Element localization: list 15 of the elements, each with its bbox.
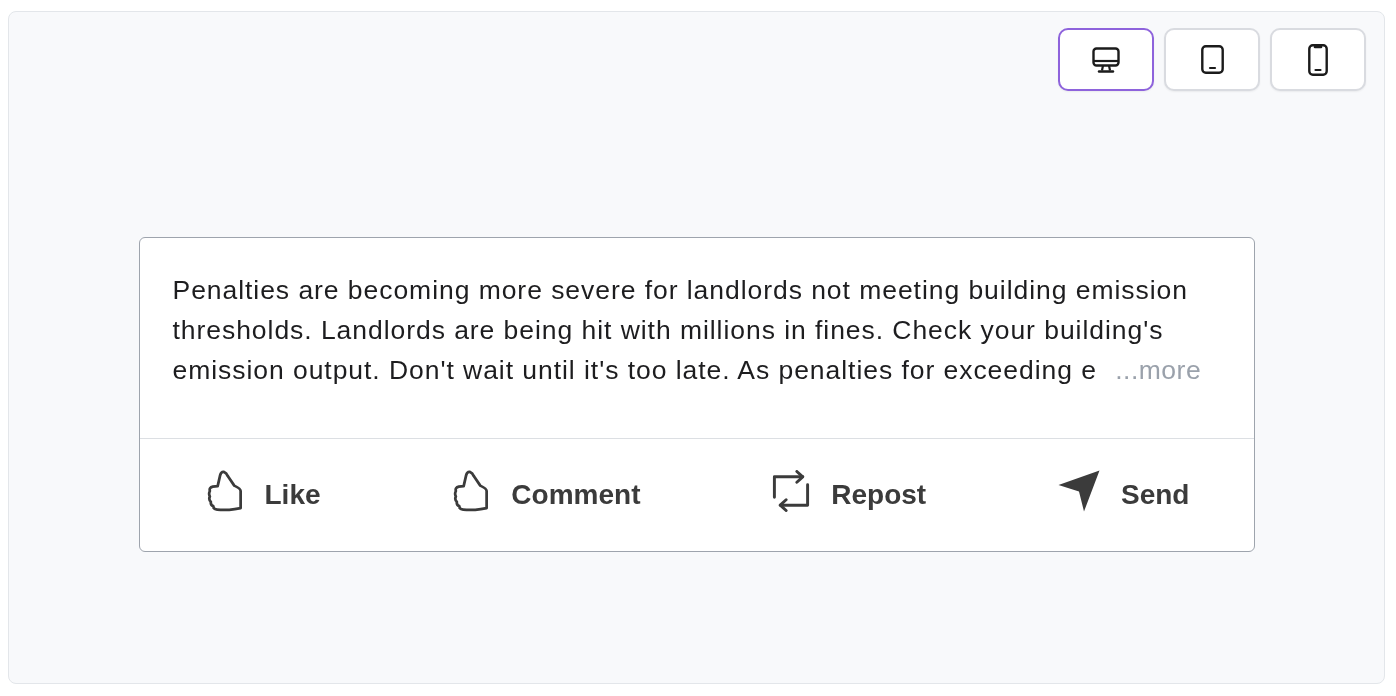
tablet-icon: [1200, 45, 1224, 74]
repost-button[interactable]: Repost: [772, 469, 927, 520]
send-button[interactable]: Send: [1058, 469, 1190, 520]
phone-view-button[interactable]: [1270, 28, 1366, 91]
thumbs-up-icon: [452, 469, 491, 512]
thumbs-up-icon: [205, 469, 244, 512]
phone-icon: [1308, 43, 1328, 76]
desktop-view-button[interactable]: [1058, 28, 1154, 91]
like-button[interactable]: Like: [205, 469, 321, 520]
monitor-icon: [1092, 46, 1120, 73]
paper-plane-icon: [1058, 469, 1100, 512]
post-text: Penalties are becoming more severe for landlords not meeting building emission thresholds. Landlords are being hit with millions in fines. Check your building's emission output. Don't wait until it's too late. As penalties for exceeding e ...more: [172, 273, 1203, 387]
comment-button[interactable]: Comment: [452, 469, 641, 520]
repeat-arrows-icon: [772, 469, 811, 512]
tablet-view-button[interactable]: [1164, 28, 1260, 91]
